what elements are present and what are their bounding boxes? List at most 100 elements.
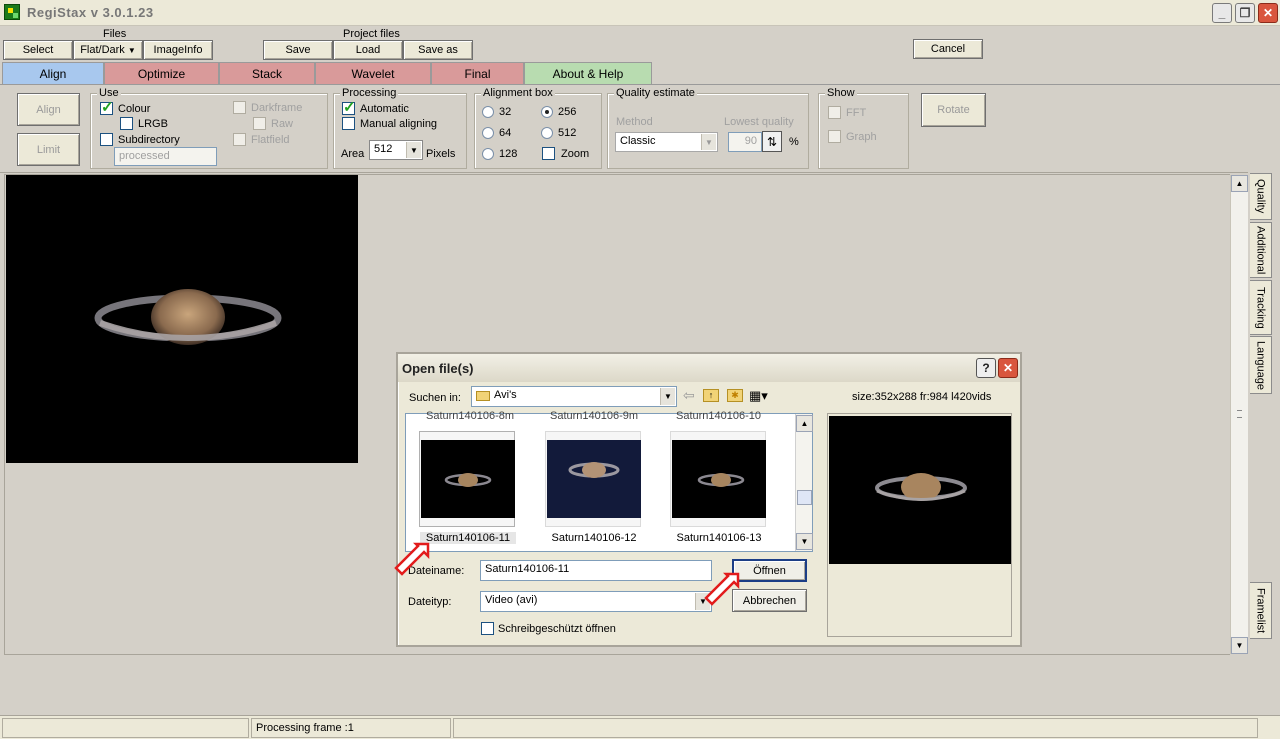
side-tab-language[interactable]: Language (1250, 336, 1272, 394)
radio-32-label: 32 (499, 106, 512, 118)
folder-up-icon[interactable]: ↑ (703, 389, 719, 402)
tab-final[interactable]: Final (431, 62, 524, 84)
colour-checkbox[interactable] (100, 98, 114, 116)
rotate-button[interactable]: Rotate (921, 93, 986, 127)
flat-dark-button[interactable]: Flat/Dark ▼ (73, 40, 143, 60)
title-bar: RegiStax v 3.0.1.23 _ ❐ ✕ (0, 0, 1280, 26)
tab-align[interactable]: Align (2, 62, 104, 84)
radio-256-label: 256 (558, 106, 577, 118)
thumbnail-saturn-13[interactable] (670, 431, 766, 527)
save-as-button[interactable]: Save as (403, 40, 473, 60)
scroll-down-icon[interactable]: ▼ (796, 533, 813, 550)
chevron-down-icon: ▼ (660, 388, 675, 405)
graph-checkbox[interactable] (828, 130, 841, 143)
open-button[interactable]: Öffnen (732, 559, 807, 582)
alignment-box-legend: Alignment box (481, 87, 555, 99)
filetype-select[interactable]: Video (avi) ▼ (480, 591, 712, 612)
scroll-thumb[interactable] (797, 490, 812, 505)
limit-button[interactable]: Limit (17, 133, 80, 166)
thumbnail-saturn-11[interactable] (419, 431, 515, 527)
readonly-checkbox[interactable] (481, 622, 494, 635)
zoom-checkbox[interactable] (542, 147, 555, 160)
side-tab-quality-label: Quality (1254, 179, 1267, 214)
vertical-scrollbar[interactable]: ▲ ▼ (1230, 175, 1248, 654)
tab-about-help-label: About & Help (552, 66, 624, 81)
select-button[interactable]: Select (3, 40, 73, 60)
filename-input[interactable]: Saturn140106-11 (480, 560, 712, 581)
cancel-button[interactable]: Cancel (913, 39, 983, 59)
radio-128-label: 128 (499, 148, 518, 160)
side-tab-additional[interactable]: Additional (1250, 222, 1272, 278)
thumbnail-label: Saturn140106-13 (676, 532, 762, 544)
look-in-select[interactable]: Avi's ▼ (471, 386, 677, 407)
quality-estimate-legend: Quality estimate (614, 87, 697, 99)
area-label: Area (341, 148, 365, 160)
radio-256[interactable] (541, 106, 553, 118)
save-button[interactable]: Save (263, 40, 333, 60)
tab-stack[interactable]: Stack (219, 62, 315, 84)
flatfield-checkbox[interactable] (233, 133, 246, 146)
lowest-quality-field[interactable]: 90 (728, 132, 762, 152)
processed-field[interactable]: processed (114, 147, 217, 166)
abbrechen-button[interactable]: Abbrechen (732, 589, 807, 612)
radio-64[interactable] (482, 127, 494, 139)
manual-aligning-checkbox[interactable] (342, 117, 355, 130)
imageinfo-label: ImageInfo (153, 44, 203, 56)
close-icon[interactable]: ✕ (1258, 3, 1278, 23)
subdirectory-checkbox[interactable] (100, 133, 113, 146)
back-arrow-icon[interactable]: ⇦ (683, 387, 695, 404)
partial-label: Saturn140106-8m (426, 410, 515, 422)
tab-optimize[interactable]: Optimize (104, 62, 219, 84)
area-select[interactable]: 512 ▼ (369, 140, 423, 160)
scroll-up-icon[interactable]: ▲ (796, 415, 813, 432)
new-folder-icon[interactable]: ✱ (727, 389, 743, 402)
chevron-down-icon: ▼ (406, 142, 421, 158)
method-select[interactable]: Classic ▼ (615, 132, 718, 152)
folder-icon (476, 391, 490, 401)
side-tab-additional-label: Additional (1254, 225, 1267, 275)
select-label: Select (22, 44, 54, 56)
lrgb-checkbox[interactable] (120, 117, 133, 130)
filetype-value: Video (avi) (485, 594, 538, 606)
thumbnail-saturn-12[interactable] (545, 431, 641, 527)
files-label: Files (103, 28, 127, 40)
darkframe-checkbox[interactable] (233, 101, 246, 114)
scroll-grip (1237, 410, 1242, 418)
help-icon[interactable]: ? (976, 358, 996, 378)
radio-128[interactable] (482, 148, 494, 160)
partial-label: Saturn140106-9m (550, 410, 639, 422)
side-tab-tracking[interactable]: Tracking (1250, 280, 1272, 335)
open-button-label: Öffnen (753, 564, 786, 577)
graph-label: Graph (846, 131, 877, 143)
scroll-down-icon[interactable]: ▼ (1231, 637, 1248, 654)
maximize-icon[interactable]: ❐ (1235, 3, 1255, 23)
thumbnail-image (444, 473, 492, 487)
load-button[interactable]: Load (333, 40, 403, 60)
dialog-close-icon[interactable]: ✕ (998, 358, 1018, 378)
scroll-up-icon[interactable]: ▲ (1231, 175, 1248, 192)
imageinfo-button[interactable]: ImageInfo (143, 40, 213, 60)
automatic-checkbox[interactable] (342, 98, 356, 116)
cancel-label: Cancel (930, 43, 966, 55)
tab-wavelet-label: Wavelet (351, 66, 395, 81)
tab-wavelet[interactable]: Wavelet (315, 62, 431, 84)
thumbnail-image (568, 462, 620, 478)
spin-arrows-icon[interactable]: ⇅ (762, 131, 782, 152)
status-cell-empty (453, 718, 1258, 738)
side-tab-quality[interactable]: Quality (1250, 173, 1272, 220)
radio-512[interactable] (541, 127, 553, 139)
tab-about-help[interactable]: About & Help (524, 62, 652, 84)
radio-32[interactable] (482, 106, 494, 118)
preview-frame (827, 413, 1012, 637)
list-scrollbar[interactable]: ▲ ▼ (795, 414, 813, 551)
raw-checkbox[interactable] (253, 117, 266, 130)
align-button[interactable]: Align (17, 93, 80, 126)
side-tab-framelist[interactable]: Framelist (1250, 582, 1272, 639)
fft-checkbox[interactable] (828, 106, 841, 119)
dialog-title-bar: Open file(s) ? ✕ (398, 354, 1020, 382)
minimize-icon[interactable]: _ (1212, 3, 1232, 23)
look-in-label: Suchen in: (409, 392, 461, 404)
view-menu-icon[interactable]: ▦▾ (749, 388, 768, 404)
limit-label: Limit (36, 143, 61, 156)
abbrechen-label: Abbrechen (742, 594, 797, 607)
